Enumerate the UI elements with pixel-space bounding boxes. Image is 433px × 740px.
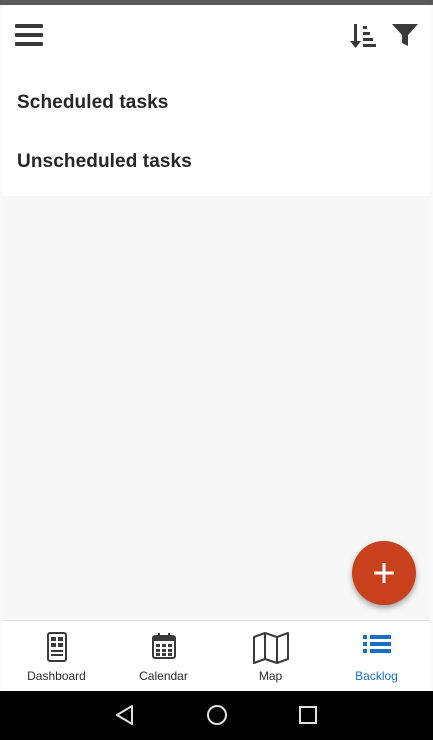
nav-dashboard[interactable]: Dashboard [3,621,110,691]
filter-icon[interactable] [390,20,420,50]
nav-calendar-label: Calendar [139,669,188,683]
dashboard-icon [46,632,68,667]
plus-icon [374,563,394,583]
task-sections-list: Scheduled tasks Unscheduled tasks [3,63,430,196]
hamburger-menu-icon[interactable] [14,20,46,50]
backlog-list-icon [362,632,392,663]
nav-map-label: Map [258,669,283,683]
map-icon [252,632,290,669]
nav-calendar[interactable]: Calendar [110,621,217,691]
scheduled-tasks-item[interactable]: Scheduled tasks [17,92,168,114]
nav-backlog-label: Backlog [355,669,398,683]
android-system-nav [0,691,433,740]
nav-map[interactable]: Map [217,621,324,691]
nav-dashboard-label: Dashboard [27,669,86,683]
top-app-bar [3,5,430,63]
calendar-icon [151,632,177,665]
add-task-button[interactable] [352,541,416,605]
home-icon[interactable] [206,704,228,731]
recents-icon[interactable] [297,704,319,731]
back-icon[interactable] [114,704,136,731]
nav-backlog[interactable]: Backlog [323,621,430,691]
unscheduled-tasks-item[interactable]: Unscheduled tasks [17,151,192,173]
sort-icon[interactable] [349,20,379,52]
bottom-navigation: Dashboard Calendar Map Backlog [3,620,430,691]
